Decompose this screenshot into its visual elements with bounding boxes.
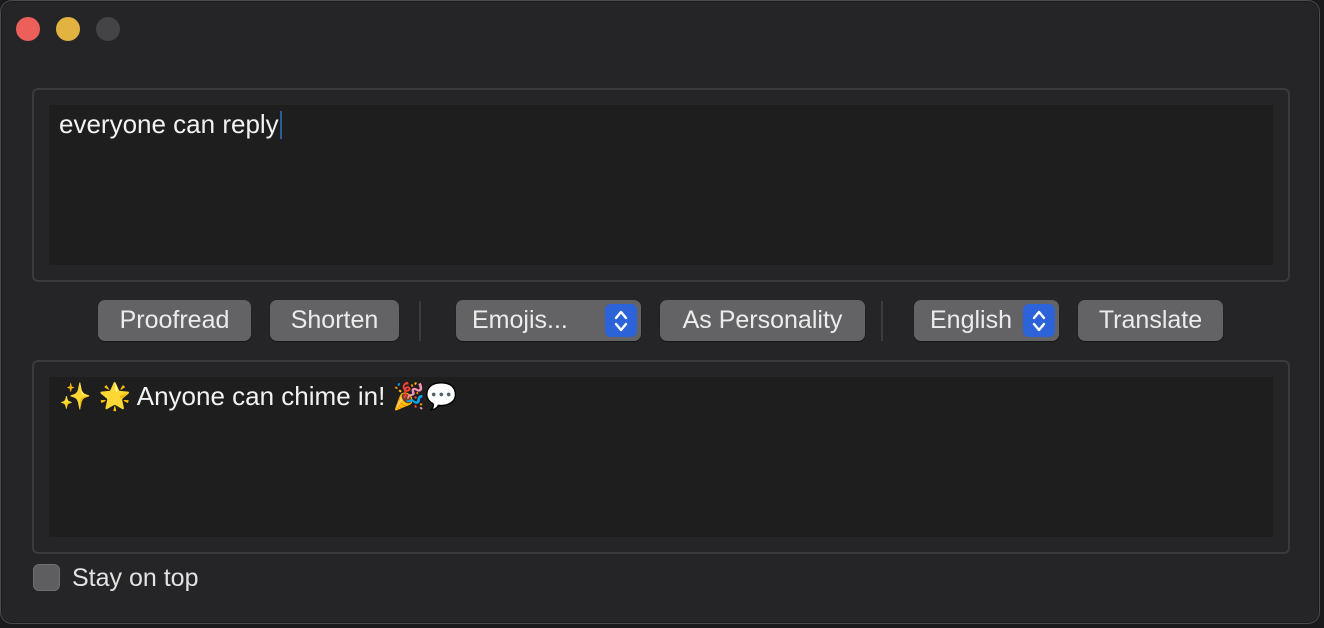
output-text-area[interactable]: ✨ 🌟 Anyone can chime in! 🎉💬 <box>49 377 1273 537</box>
input-text: everyone can reply <box>59 109 279 139</box>
style-select[interactable]: Emojis... <box>456 300 641 341</box>
translate-button-label: Translate <box>1098 306 1203 334</box>
app-window: everyone can reply Proofread Shorten Emo… <box>0 0 1320 624</box>
shorten-button-label: Shorten <box>290 306 379 334</box>
stay-on-top-label: Stay on top <box>72 564 199 592</box>
input-text-area[interactable]: everyone can reply <box>49 105 1273 265</box>
close-window-button[interactable] <box>16 17 40 41</box>
language-select-value: English <box>930 306 1012 334</box>
toolbar-separator <box>881 301 883 341</box>
style-select-value: Emojis... <box>472 306 568 334</box>
input-panel: everyone can reply <box>32 88 1290 282</box>
text-caret <box>279 111 282 139</box>
language-select[interactable]: English <box>914 300 1059 341</box>
toolbar-separator <box>419 301 421 341</box>
translate-button[interactable]: Translate <box>1078 300 1223 341</box>
output-text: ✨ 🌟 Anyone can chime in! 🎉💬 <box>59 381 458 411</box>
output-panel: ✨ 🌟 Anyone can chime in! 🎉💬 <box>32 360 1290 554</box>
stay-on-top-checkbox[interactable] <box>33 564 60 591</box>
as-personality-button[interactable]: As Personality <box>660 300 865 341</box>
proofread-button[interactable]: Proofread <box>98 300 251 341</box>
minimize-window-button[interactable] <box>56 17 80 41</box>
updown-chevron-icon <box>605 304 637 337</box>
updown-chevron-icon <box>1023 304 1055 337</box>
shorten-button[interactable]: Shorten <box>270 300 399 341</box>
zoom-window-button[interactable] <box>96 17 120 41</box>
as-personality-button-label: As Personality <box>682 306 843 334</box>
proofread-button-label: Proofread <box>119 306 230 334</box>
